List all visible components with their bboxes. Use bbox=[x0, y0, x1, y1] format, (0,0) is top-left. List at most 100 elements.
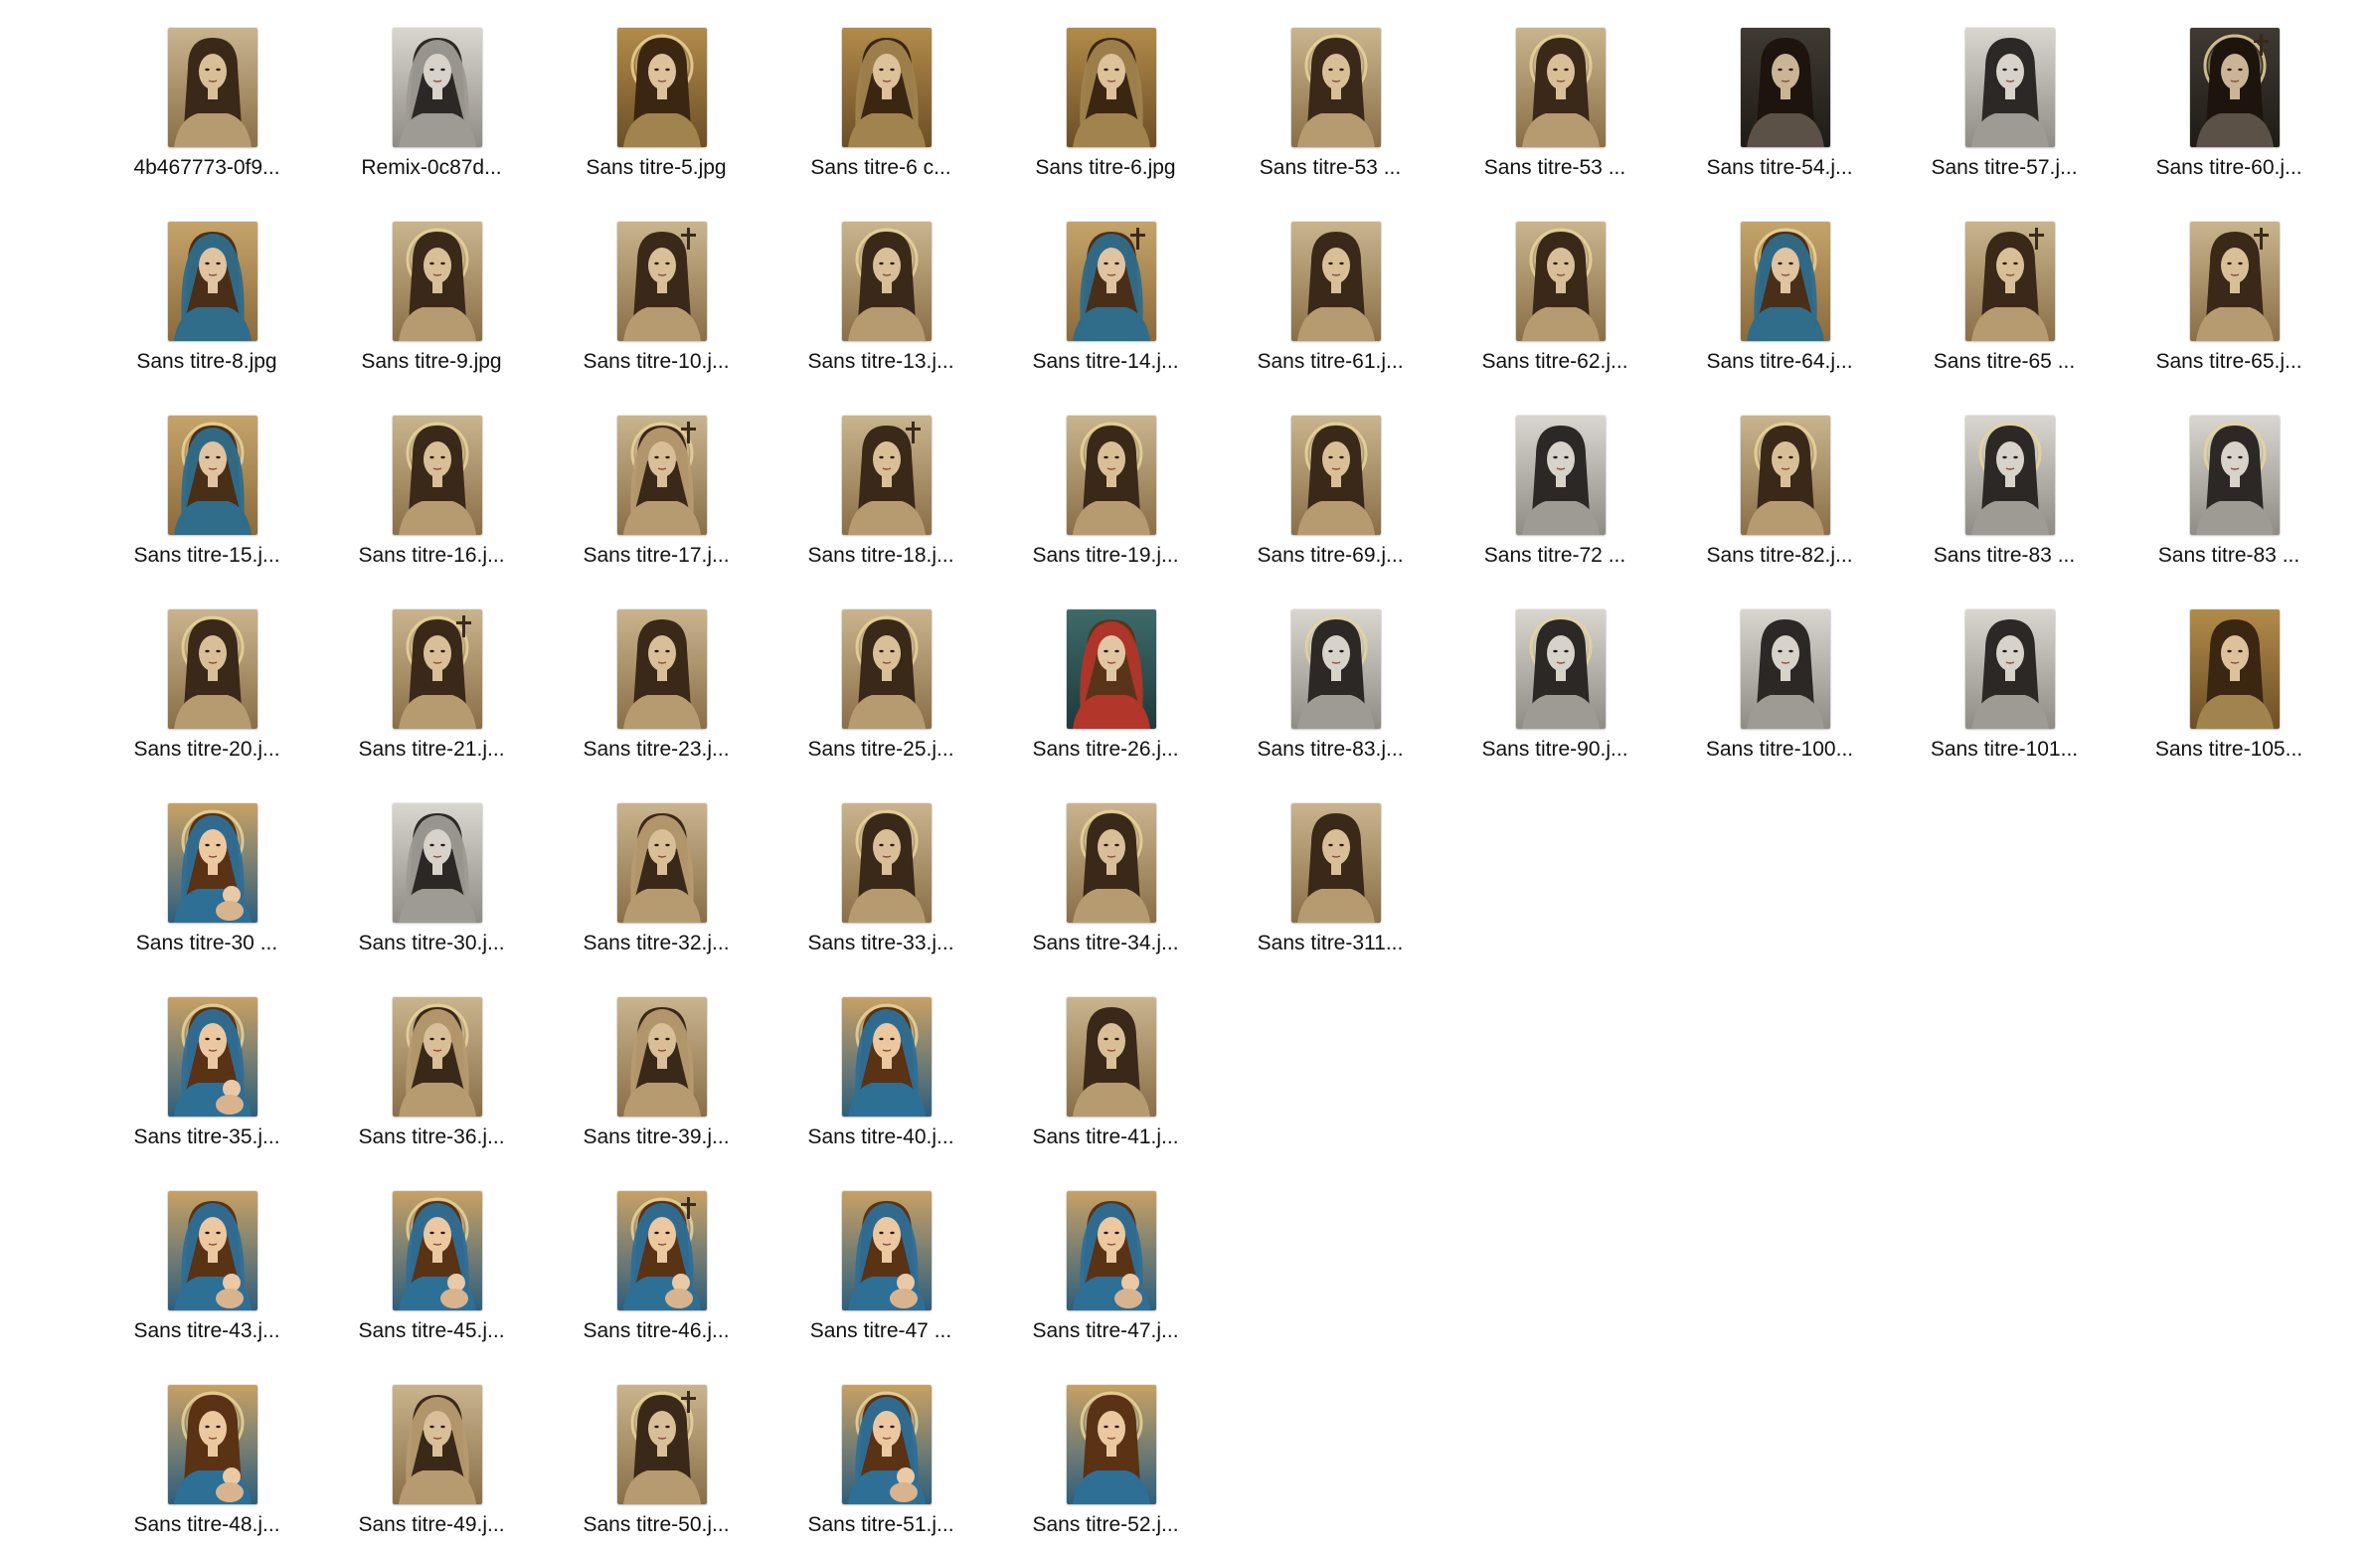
file-item[interactable]: Sans titre-18.j... bbox=[770, 394, 991, 583]
file-name-label[interactable]: Sans titre-50.j... bbox=[546, 1512, 766, 1538]
file-name-label[interactable]: Sans titre-47.j... bbox=[995, 1318, 1216, 1344]
file-item[interactable]: Sans titre-10.j... bbox=[546, 200, 766, 389]
file-name-label[interactable]: Sans titre-45.j... bbox=[321, 1318, 542, 1344]
file-item[interactable]: Sans titre-64.j... bbox=[1669, 200, 1890, 389]
file-item[interactable]: Sans titre-45.j... bbox=[321, 1169, 542, 1358]
image-thumbnail[interactable] bbox=[842, 1385, 932, 1504]
file-name-label[interactable]: Sans titre-57.j... bbox=[1894, 155, 2115, 181]
file-name-label[interactable]: Sans titre-311... bbox=[1220, 931, 1441, 956]
image-thumbnail[interactable] bbox=[1965, 28, 2055, 147]
image-thumbnail[interactable] bbox=[1291, 222, 1381, 341]
image-thumbnail[interactable] bbox=[2190, 609, 2280, 729]
file-name-label[interactable]: Sans titre-52.j... bbox=[995, 1512, 1216, 1538]
file-item[interactable]: Sans titre-82.j... bbox=[1669, 394, 1890, 583]
file-item[interactable]: Sans titre-60.j... bbox=[2119, 6, 2339, 195]
image-thumbnail[interactable] bbox=[2190, 222, 2280, 341]
file-name-label[interactable]: Sans titre-16.j... bbox=[321, 543, 542, 569]
file-item[interactable]: Sans titre-32.j... bbox=[546, 781, 766, 970]
file-name-label[interactable]: Sans titre-36.j... bbox=[321, 1124, 542, 1150]
file-name-label[interactable]: Sans titre-90.j... bbox=[1445, 737, 1665, 763]
file-item[interactable]: Sans titre-34.j... bbox=[995, 781, 1216, 970]
file-item[interactable]: Sans titre-17.j... bbox=[546, 394, 766, 583]
file-name-label[interactable]: Sans titre-25.j... bbox=[770, 737, 991, 763]
image-thumbnail[interactable] bbox=[1291, 609, 1381, 729]
file-name-label[interactable]: Sans titre-43.j... bbox=[96, 1318, 317, 1344]
file-name-label[interactable]: Sans titre-17.j... bbox=[546, 543, 766, 569]
file-item[interactable]: Sans titre-33.j... bbox=[770, 781, 991, 970]
file-item[interactable]: Sans titre-47.j... bbox=[995, 1169, 1216, 1358]
image-thumbnail[interactable] bbox=[617, 997, 707, 1117]
file-name-label[interactable]: Sans titre-21.j... bbox=[321, 737, 542, 763]
image-thumbnail[interactable] bbox=[1516, 222, 1606, 341]
file-name-label[interactable]: Sans titre-40.j... bbox=[770, 1124, 991, 1150]
file-item[interactable]: Sans titre-50.j... bbox=[546, 1363, 766, 1552]
file-name-label[interactable]: Sans titre-41.j... bbox=[995, 1124, 1216, 1150]
file-item[interactable]: Sans titre-57.j... bbox=[1894, 6, 2115, 195]
file-item[interactable]: Sans titre-30 ... bbox=[96, 781, 317, 970]
image-thumbnail[interactable] bbox=[1965, 416, 2055, 535]
file-name-label[interactable]: Sans titre-35.j... bbox=[96, 1124, 317, 1150]
image-thumbnail[interactable] bbox=[842, 803, 932, 923]
file-name-label[interactable]: Remix-0c87d... bbox=[321, 155, 542, 181]
file-item[interactable]: Sans titre-6.jpg bbox=[995, 6, 1216, 195]
file-item[interactable]: Sans titre-105... bbox=[2119, 588, 2339, 776]
file-item[interactable]: Sans titre-311... bbox=[1220, 781, 1441, 970]
file-item[interactable]: Sans titre-100... bbox=[1669, 588, 1890, 776]
file-name-label[interactable]: Sans titre-53 ... bbox=[1445, 155, 1665, 181]
file-name-label[interactable]: Sans titre-53 ... bbox=[1220, 155, 1441, 181]
file-name-label[interactable]: Sans titre-49.j... bbox=[321, 1512, 542, 1538]
file-name-label[interactable]: Sans titre-105... bbox=[2119, 737, 2339, 763]
image-thumbnail[interactable] bbox=[1291, 803, 1381, 923]
file-item[interactable]: Sans titre-72 ... bbox=[1445, 394, 1665, 583]
image-thumbnail[interactable] bbox=[393, 416, 482, 535]
file-item[interactable]: Sans titre-14.j... bbox=[995, 200, 1216, 389]
file-item[interactable]: Sans titre-83 ... bbox=[2119, 394, 2339, 583]
image-thumbnail[interactable] bbox=[617, 803, 707, 923]
image-thumbnail[interactable] bbox=[168, 1191, 257, 1310]
file-name-label[interactable]: Sans titre-20.j... bbox=[96, 737, 317, 763]
file-item[interactable]: Sans titre-65.j... bbox=[2119, 200, 2339, 389]
file-name-label[interactable]: Sans titre-83.j... bbox=[1220, 737, 1441, 763]
file-item[interactable]: Sans titre-101... bbox=[1894, 588, 2115, 776]
image-thumbnail[interactable] bbox=[393, 803, 482, 923]
image-thumbnail[interactable] bbox=[1741, 222, 1830, 341]
image-thumbnail[interactable] bbox=[1516, 28, 1606, 147]
image-thumbnail[interactable] bbox=[168, 803, 257, 923]
file-item[interactable]: Sans titre-52.j... bbox=[995, 1363, 1216, 1552]
file-item[interactable]: Sans titre-8.jpg bbox=[96, 200, 317, 389]
file-item[interactable]: Sans titre-6 c... bbox=[770, 6, 991, 195]
image-thumbnail[interactable] bbox=[1067, 803, 1156, 923]
file-name-label[interactable]: Sans titre-19.j... bbox=[995, 543, 1216, 569]
image-thumbnail[interactable] bbox=[393, 1385, 482, 1504]
image-thumbnail[interactable] bbox=[168, 222, 257, 341]
file-item[interactable]: Sans titre-46.j... bbox=[546, 1169, 766, 1358]
image-thumbnail[interactable] bbox=[617, 1191, 707, 1310]
file-item[interactable]: Sans titre-43.j... bbox=[96, 1169, 317, 1358]
image-thumbnail[interactable] bbox=[1741, 28, 1830, 147]
file-name-label[interactable]: Sans titre-9.jpg bbox=[321, 349, 542, 375]
file-item[interactable]: Sans titre-13.j... bbox=[770, 200, 991, 389]
image-thumbnail[interactable] bbox=[1741, 416, 1830, 535]
file-name-label[interactable]: Sans titre-54.j... bbox=[1669, 155, 1890, 181]
file-item[interactable]: Sans titre-30.j... bbox=[321, 781, 542, 970]
file-name-label[interactable]: Sans titre-8.jpg bbox=[96, 349, 317, 375]
image-thumbnail[interactable] bbox=[1067, 416, 1156, 535]
file-item[interactable]: Sans titre-54.j... bbox=[1669, 6, 1890, 195]
file-name-label[interactable]: Sans titre-48.j... bbox=[96, 1512, 317, 1538]
file-name-label[interactable]: Sans titre-10.j... bbox=[546, 349, 766, 375]
file-item[interactable]: Sans titre-9.jpg bbox=[321, 200, 542, 389]
image-thumbnail[interactable] bbox=[1965, 222, 2055, 341]
image-thumbnail[interactable] bbox=[1741, 609, 1830, 729]
file-item[interactable]: Sans titre-83 ... bbox=[1894, 394, 2115, 583]
file-item[interactable]: Sans titre-65 ... bbox=[1894, 200, 2115, 389]
file-item[interactable]: Sans titre-15.j... bbox=[96, 394, 317, 583]
image-thumbnail[interactable] bbox=[1067, 997, 1156, 1117]
file-item[interactable]: Sans titre-23.j... bbox=[546, 588, 766, 776]
file-name-label[interactable]: Sans titre-30 ... bbox=[96, 931, 317, 956]
file-item[interactable]: Sans titre-39.j... bbox=[546, 975, 766, 1164]
file-item[interactable]: Sans titre-49.j... bbox=[321, 1363, 542, 1552]
image-thumbnail[interactable] bbox=[617, 1385, 707, 1504]
image-thumbnail[interactable] bbox=[393, 222, 482, 341]
file-name-label[interactable]: Sans titre-82.j... bbox=[1669, 543, 1890, 569]
image-thumbnail[interactable] bbox=[393, 28, 482, 147]
